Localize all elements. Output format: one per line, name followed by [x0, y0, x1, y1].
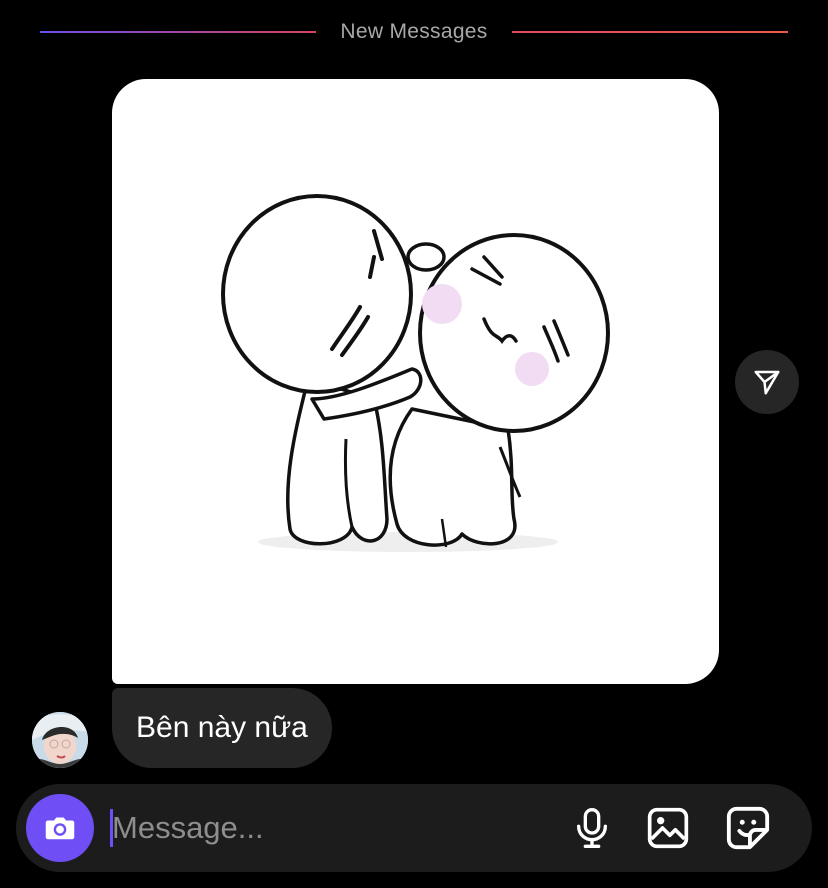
new-messages-divider: New Messages	[0, 14, 828, 50]
camera-icon	[45, 817, 75, 840]
divider-line-right	[512, 31, 788, 33]
image-message[interactable]	[112, 79, 719, 684]
share-button[interactable]	[735, 350, 799, 414]
sticker-icon	[726, 806, 770, 850]
sticker-button[interactable]	[724, 804, 772, 852]
gallery-icon	[647, 807, 689, 849]
avatar[interactable]	[32, 712, 88, 768]
sticker-hug-illustration	[221, 194, 610, 552]
microphone-icon	[577, 808, 607, 848]
message-composer	[16, 784, 812, 872]
new-messages-label: New Messages	[340, 20, 488, 43]
send-icon	[754, 370, 780, 395]
message-input[interactable]	[112, 804, 512, 852]
text-message-bubble[interactable]: Bên này nữa	[112, 688, 332, 768]
camera-button[interactable]	[26, 794, 94, 862]
message-text: Bên này nữa	[136, 711, 308, 744]
gallery-button[interactable]	[644, 804, 692, 852]
microphone-button[interactable]	[568, 804, 616, 852]
divider-line-left	[40, 31, 316, 33]
avatar-photo	[32, 712, 88, 768]
